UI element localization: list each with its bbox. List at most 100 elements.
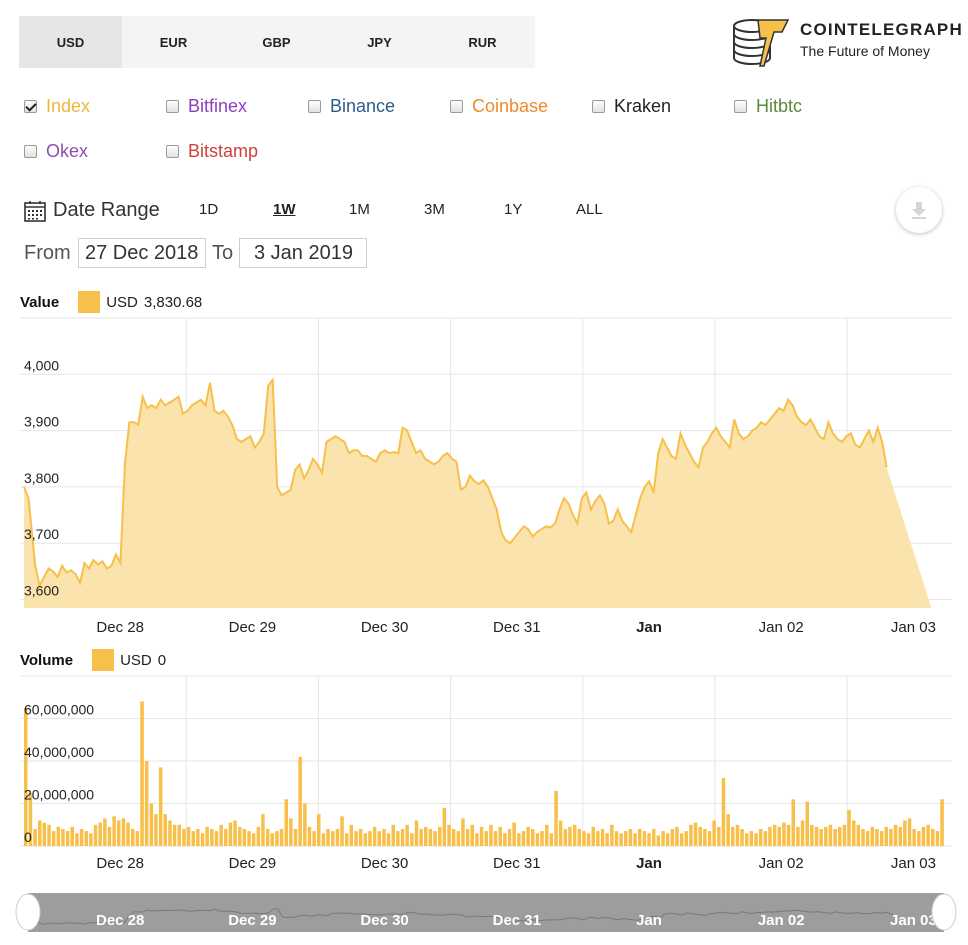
volume-bar[interactable] [786, 824, 791, 847]
volume-bar[interactable] [182, 829, 186, 846]
volume-bar[interactable] [698, 826, 703, 846]
volume-bar[interactable] [693, 822, 698, 846]
volume-bar[interactable] [484, 831, 489, 846]
volume-bar[interactable] [298, 756, 302, 847]
volume-bar[interactable] [275, 831, 279, 846]
volume-bar[interactable] [535, 833, 540, 847]
volume-bar[interactable] [131, 829, 135, 846]
volume-bar[interactable] [917, 831, 921, 846]
volume-bar[interactable] [554, 790, 558, 847]
volume-bar[interactable] [503, 833, 507, 847]
volume-bar[interactable] [568, 826, 572, 846]
volume-bar[interactable] [800, 820, 805, 847]
volume-bar[interactable] [610, 824, 614, 847]
volume-bar[interactable] [670, 829, 675, 846]
volume-bar[interactable] [451, 829, 456, 846]
volume-bar[interactable] [898, 826, 903, 846]
volume-bar[interactable] [745, 833, 749, 847]
volume-bar[interactable] [89, 833, 93, 847]
volume-bar[interactable] [335, 829, 340, 846]
volume-bar[interactable] [205, 826, 209, 846]
volume-bar[interactable] [619, 833, 623, 847]
volume-bar[interactable] [652, 829, 656, 846]
volume-bar[interactable] [726, 814, 730, 846]
volume-bar[interactable] [828, 824, 833, 847]
volume-bar[interactable] [265, 829, 270, 846]
volume-bar[interactable] [168, 820, 172, 847]
volume-bar[interactable] [889, 829, 893, 846]
volume-bar[interactable] [661, 831, 665, 846]
volume-bar[interactable] [75, 833, 79, 847]
volume-bar[interactable] [703, 829, 707, 846]
volume-bar[interactable] [642, 831, 647, 846]
volume-bar[interactable] [833, 829, 837, 846]
volume-bar[interactable] [65, 831, 70, 846]
volume-bar[interactable] [921, 826, 926, 846]
volume-bar[interactable] [512, 822, 516, 846]
volume-bar[interactable] [493, 831, 498, 846]
volume-bar[interactable] [489, 824, 493, 847]
volume-bar[interactable] [740, 829, 744, 846]
volume-bar[interactable] [907, 818, 912, 846]
volume-bar[interactable] [405, 824, 409, 847]
volume-bar[interactable] [479, 826, 484, 846]
volume-bar[interactable] [517, 833, 521, 847]
volume-bar[interactable] [893, 824, 898, 847]
volume-bar[interactable] [810, 824, 814, 847]
volume-bar[interactable] [354, 831, 358, 846]
volume-bar[interactable] [326, 829, 330, 846]
volume-bar[interactable] [312, 831, 316, 846]
volume-bar[interactable] [158, 767, 163, 846]
volume-bar[interactable] [679, 833, 684, 847]
volume-bar[interactable] [424, 826, 428, 846]
volume-bar[interactable] [233, 820, 237, 847]
volume-bar[interactable] [51, 831, 56, 846]
volume-bar[interactable] [754, 833, 758, 847]
volume-bar[interactable] [121, 818, 126, 846]
volume-bar[interactable] [177, 824, 182, 847]
volume-bar[interactable] [805, 801, 810, 846]
volume-bar[interactable] [140, 701, 144, 847]
volume-bar[interactable] [84, 831, 89, 846]
volume-bar[interactable] [852, 820, 856, 847]
volume-bar[interactable] [931, 829, 935, 846]
volume-bar[interactable] [879, 831, 884, 846]
volume-bar[interactable] [377, 831, 382, 846]
volume-bar[interactable] [526, 826, 530, 846]
volume-bar[interactable] [303, 803, 307, 847]
volume-bar[interactable] [624, 831, 628, 846]
range-navigator[interactable]: Dec 28 Dec 29 Dec 30 Dec 31 Jan Jan 02 Jan 03 [15, 893, 957, 932]
volume-bar[interactable] [400, 829, 405, 846]
volume-bar[interactable] [647, 833, 651, 847]
volume-bar[interactable] [772, 824, 777, 847]
volume-bar[interactable] [289, 818, 293, 846]
volume-bar[interactable] [396, 831, 400, 846]
volume-bar[interactable] [447, 824, 451, 847]
volume-chart[interactable]: 0 20,000,000 40,000,000 60,000,000 Dec 28 Dec… [20, 675, 968, 872]
volume-bar[interactable] [926, 824, 930, 847]
volume-bar[interactable] [777, 826, 782, 846]
volume-bar[interactable] [782, 822, 786, 846]
volume-bar[interactable] [224, 829, 228, 846]
volume-bar[interactable] [549, 833, 554, 847]
volume-bar[interactable] [758, 829, 763, 846]
volume-bar[interactable] [144, 761, 149, 846]
volume-bar[interactable] [912, 829, 916, 846]
volume-bar[interactable] [61, 829, 65, 846]
volume-bar[interactable] [721, 778, 726, 846]
volume-bar[interactable] [414, 820, 419, 847]
volume-bar[interactable] [507, 829, 512, 846]
volume-bar[interactable] [38, 820, 42, 847]
volume-bar[interactable] [382, 829, 386, 846]
volume-bar[interactable] [842, 824, 847, 847]
volume-bar[interactable] [600, 829, 605, 846]
volume-bar[interactable] [256, 826, 261, 846]
volume-bar[interactable] [47, 824, 51, 847]
volume-bar[interactable] [940, 799, 944, 847]
volume-bar[interactable] [70, 826, 75, 846]
charts-area[interactable]: 3,6003,7003,8003,9004,000Dec 28 Dec 29 Dec… [0, 0, 968, 945]
volume-bar[interactable] [675, 826, 679, 846]
volume-bar[interactable] [24, 707, 28, 846]
volume-bar[interactable] [847, 809, 851, 846]
volume-bar[interactable] [419, 829, 423, 846]
